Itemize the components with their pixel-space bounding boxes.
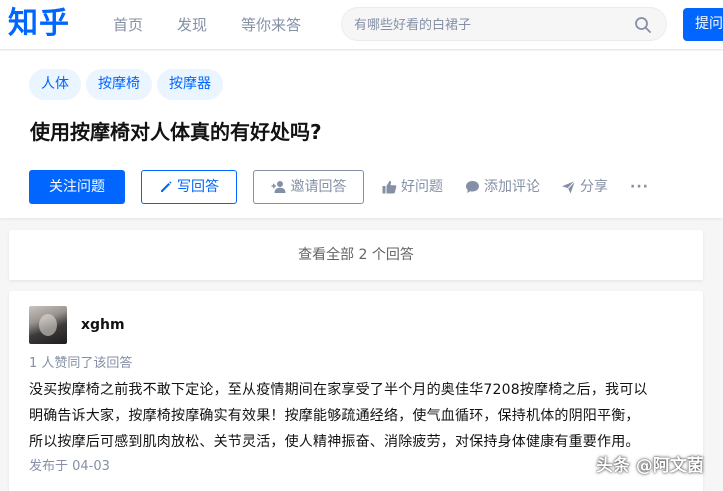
answer-line: 所以按摩后可感到肌肉放松、关节灵活，使人精神振奋、消除疲劳，对保持身体健康有重要…: [29, 434, 640, 450]
comment-icon: [466, 181, 479, 193]
good-question-button[interactable]: 好问题: [382, 177, 443, 197]
search-box: [341, 7, 667, 41]
good-question-label: 好问题: [401, 179, 443, 195]
search-input[interactable]: [354, 15, 624, 35]
search-icon[interactable]: [634, 16, 652, 34]
topic-tag[interactable]: 按摩器: [157, 69, 223, 100]
view-all-answers-link[interactable]: 查看全部 2 个回答: [9, 230, 703, 280]
answer-content: 没买按摩椅之前我不敢下定论，至从疫情期间在家享受了半个月的奥佳华7208按摩椅之…: [29, 377, 689, 455]
question-title: 使用按摩椅对人体真的有好处吗?: [30, 120, 322, 144]
write-answer-button[interactable]: 写回答: [141, 170, 237, 204]
follow-question-button[interactable]: 关注问题: [29, 170, 125, 204]
author-name[interactable]: xghm: [81, 316, 125, 334]
write-answer-label: 写回答: [177, 179, 219, 195]
voters-count[interactable]: 1 人赞同了该回答: [29, 355, 132, 373]
topic-tag[interactable]: 按摩椅: [86, 69, 152, 100]
nav-waiting-answers[interactable]: 等你来答: [241, 15, 301, 35]
pencil-icon: [161, 181, 172, 192]
invite-answer-label: 邀请回答: [290, 179, 347, 195]
question-header: 人体 按摩椅 按摩器 使用按摩椅对人体真的有好处吗? 关注问题 写回答 邀请回答…: [0, 51, 723, 218]
invite-answer-button[interactable]: 邀请回答: [253, 170, 364, 204]
publish-date[interactable]: 发布于 04-03: [29, 458, 110, 476]
share-label: 分享: [580, 179, 608, 195]
share-button[interactable]: 分享: [561, 177, 608, 197]
add-user-icon: [271, 181, 285, 193]
more-options-button[interactable]: ···: [630, 177, 649, 197]
nav-explore[interactable]: 发现: [177, 15, 207, 35]
share-icon: [562, 180, 576, 194]
avatar[interactable]: [29, 306, 67, 344]
nav-home[interactable]: 首页: [113, 15, 143, 35]
add-comment-button[interactable]: 添加评论: [465, 177, 540, 197]
add-comment-label: 添加评论: [484, 179, 540, 195]
zhihu-logo[interactable]: 知乎: [8, 4, 70, 44]
watermark: 头条 @阿文菌: [596, 456, 704, 476]
ask-question-button[interactable]: 提问: [683, 8, 723, 41]
top-bar: 知乎 首页 发现 等你来答 提问: [0, 0, 723, 50]
answer-line: 没买按摩椅之前我不敢下定论，至从疫情期间在家享受了半个月的奥佳华7208按摩椅之…: [29, 382, 648, 398]
answer-line: 明确告诉大家，按摩椅按摩确实有效果！按摩能够疏通经络，使气血循环，保持机体的阴阳…: [29, 408, 640, 424]
topic-tag[interactable]: 人体: [29, 69, 81, 100]
thumbs-up-icon: [382, 180, 397, 194]
